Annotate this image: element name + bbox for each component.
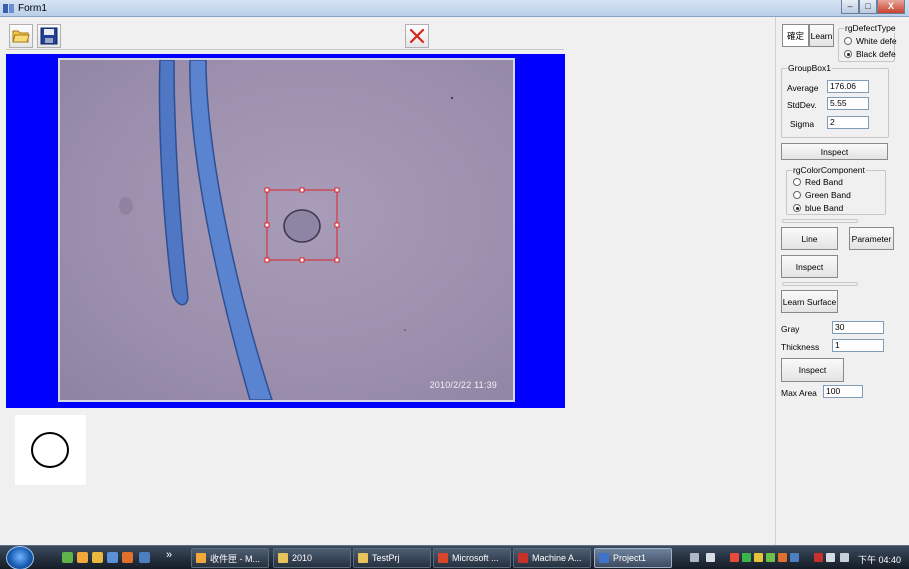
task-project1[interactable]: Project1 [594, 548, 672, 568]
radio-green-band[interactable]: Green Band [793, 190, 851, 200]
close-window-button[interactable]: X [877, 0, 905, 14]
task-inbox[interactable]: 收件匣 - M... [191, 548, 269, 568]
radio-blue-band[interactable]: blue Band [793, 203, 843, 213]
tray-icon[interactable] [778, 553, 787, 562]
pen-icon[interactable] [706, 553, 715, 562]
tray-icon[interactable] [790, 553, 799, 562]
radio-black-defect[interactable]: Black defe [844, 49, 896, 59]
image-timestamp: 2010/2/22 11:39 [429, 380, 497, 390]
delphi-icon [599, 553, 609, 563]
gray-field[interactable]: 30 [832, 321, 884, 334]
task-microsoft[interactable]: Microsoft ... [433, 548, 511, 568]
inspect-button-2[interactable]: Inspect [781, 255, 838, 278]
average-field[interactable]: 176.06 [827, 80, 869, 93]
start-button[interactable] [6, 546, 34, 569]
folder-open-icon [12, 30, 30, 43]
quicklaunch-firefox-icon[interactable] [122, 552, 133, 563]
defect-type-legend: rgDefectType [844, 23, 897, 33]
quicklaunch-ie-icon[interactable] [62, 552, 73, 563]
taskbar: » 收件匣 - M... 2010 TestPrj Microsoft ... … [0, 545, 909, 569]
task-folder-2010[interactable]: 2010 [273, 548, 351, 568]
thickness-label: Thickness [781, 342, 820, 352]
tray-icon[interactable] [742, 553, 751, 562]
title-bar: Form1 – □ X [0, 0, 909, 17]
inspect-button-3[interactable]: Inspect [781, 358, 844, 382]
volume-icon[interactable] [840, 553, 849, 562]
toolbar [6, 20, 564, 50]
tray-icon[interactable] [766, 553, 775, 562]
quicklaunch-overflow[interactable]: » [166, 549, 172, 561]
separator [782, 219, 858, 223]
quicklaunch-desktop-icon[interactable] [139, 552, 150, 563]
image-content [119, 60, 454, 400]
radio-dot-selected [844, 50, 852, 58]
parameter-button[interactable]: Parameter [849, 227, 894, 250]
tray-icon[interactable] [814, 553, 823, 562]
image-viewer[interactable]: 2010/2/22 11:39 [6, 54, 565, 408]
powerpoint-icon [438, 553, 448, 563]
sigma-label: Sigma [790, 119, 815, 129]
tray-icon[interactable] [754, 553, 763, 562]
tab-learn[interactable]: Learn [809, 24, 834, 47]
groupbox1: GroupBox1 Average 176.06 StdDev. 5.55 Si… [781, 63, 889, 138]
color-component-group: rgColorComponent Red Band Green Band blu… [786, 165, 886, 215]
floppy-disk-icon [40, 27, 58, 45]
separator [782, 282, 858, 286]
radio-dot [844, 37, 852, 45]
groupbox1-legend: GroupBox1 [787, 63, 832, 73]
max-area-label: Max Area [781, 388, 817, 398]
keyboard-icon[interactable] [690, 553, 699, 562]
tray-icon[interactable] [730, 553, 739, 562]
tab-confirm[interactable]: 確定 [782, 24, 809, 47]
radio-dot [793, 178, 801, 186]
gray-label: Gray [781, 324, 800, 334]
radio-dot-selected [793, 204, 801, 212]
maximize-button[interactable]: □ [859, 0, 877, 14]
pdf-icon [518, 553, 528, 563]
result-thumbnail [15, 415, 86, 485]
thickness-field[interactable]: 1 [832, 339, 884, 352]
control-panel: 確定 Learn rgDefectType White defe Black d… [775, 17, 909, 545]
detected-defect-outline [31, 432, 69, 468]
quicklaunch-window-icon[interactable] [107, 552, 118, 563]
app-icon [3, 4, 14, 13]
clock[interactable]: 下午 04:40 [858, 553, 901, 566]
open-button[interactable] [9, 24, 33, 48]
average-label: Average [787, 83, 819, 93]
radio-white-defect[interactable]: White defe [844, 36, 897, 46]
max-area-field[interactable]: 100 [823, 385, 863, 398]
task-machine[interactable]: Machine A... [513, 548, 591, 568]
line-button[interactable]: Line [781, 227, 838, 250]
task-testprj[interactable]: TestPrj [353, 548, 431, 568]
learn-surface-button[interactable]: Learn Surface [781, 290, 838, 313]
defect-type-group: rgDefectType White defe Black defe [838, 23, 897, 62]
microscope-image[interactable]: 2010/2/22 11:39 [58, 58, 515, 402]
folder-icon [278, 553, 288, 563]
quicklaunch-outlook-icon[interactable] [77, 552, 88, 563]
stddev-field[interactable]: 5.55 [827, 97, 869, 110]
radio-dot [793, 191, 801, 199]
close-image-button[interactable] [405, 24, 429, 48]
close-icon [409, 28, 425, 44]
system-tray: 下午 04:40 [686, 548, 909, 568]
folder-icon [358, 553, 368, 563]
network-icon[interactable] [826, 553, 835, 562]
radio-red-band[interactable]: Red Band [793, 177, 843, 187]
outlook-icon [196, 553, 206, 563]
stddev-label: StdDev. [787, 100, 817, 110]
inspect-button-1[interactable]: Inspect [781, 143, 888, 160]
minimize-button[interactable]: – [841, 0, 859, 14]
sigma-field[interactable]: 2 [827, 116, 869, 129]
color-component-legend: rgColorComponent [792, 165, 866, 175]
window-title: Form1 [18, 3, 47, 14]
save-button[interactable] [37, 24, 61, 48]
form-client-area: 2010/2/22 11:39 確定 Learn rgDefectType Wh… [0, 17, 909, 545]
quicklaunch-media-icon[interactable] [92, 552, 103, 563]
